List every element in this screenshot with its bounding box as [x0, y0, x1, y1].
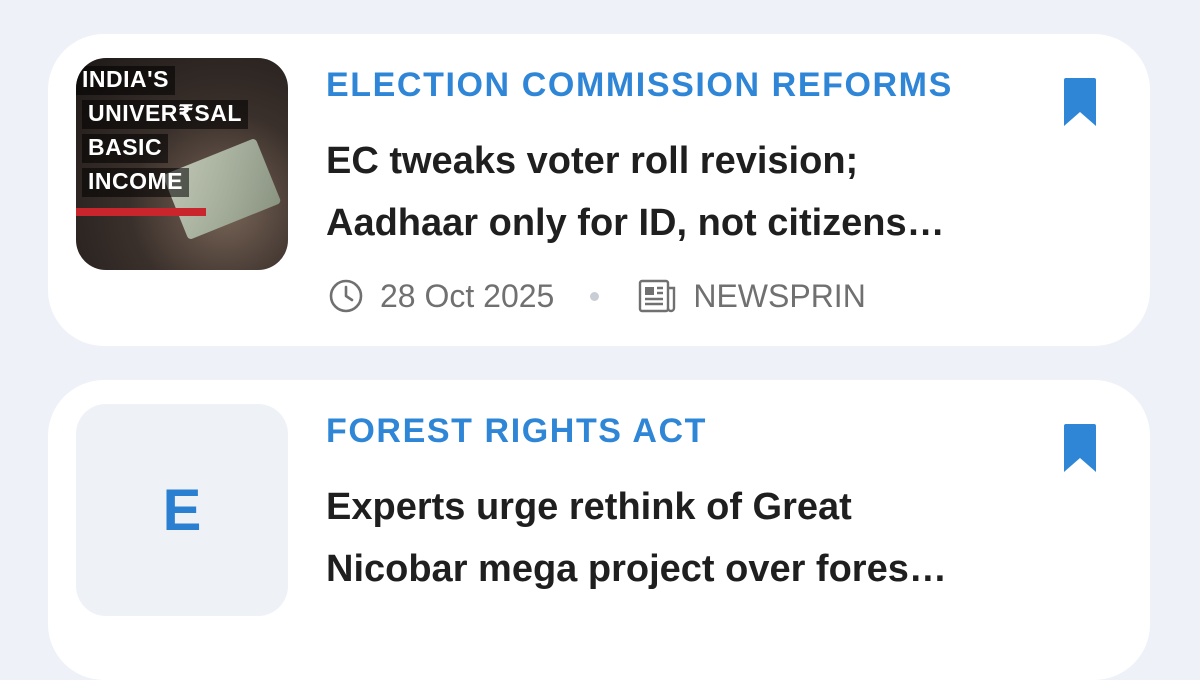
headline-line: Experts urge rethink of Great	[326, 486, 852, 528]
article-thumbnail[interactable]: INDIA'S UNIVER₹SAL BASIC INCOME	[76, 58, 288, 270]
article-headline[interactable]: Experts urge rethink of Great Nicobar me…	[326, 476, 1026, 600]
article-date: 28 Oct 2025	[380, 277, 555, 314]
bookmark-icon[interactable]	[1062, 422, 1098, 474]
clock-icon	[328, 278, 364, 314]
article-category[interactable]: FOREST RIGHTS ACT	[326, 412, 707, 451]
separator-dot	[590, 291, 600, 301]
headline-line: Nicobar mega project over fores…	[326, 548, 947, 590]
article-card[interactable]: INDIA'S UNIVER₹SAL BASIC INCOME ELECTION…	[48, 34, 1150, 346]
thumbnail-red-bar	[76, 208, 206, 216]
thumbnail-text-line: INDIA'S	[76, 66, 175, 95]
newspaper-icon	[637, 278, 677, 314]
article-headline[interactable]: EC tweaks voter roll revision; Aadhaar o…	[326, 130, 1026, 254]
article-category[interactable]: ELECTION COMMISSION REFORMS	[326, 66, 953, 105]
headline-line: Aadhaar only for ID, not citizens…	[326, 202, 945, 244]
thumbnail-text-line: INCOME	[82, 168, 189, 197]
article-source[interactable]: NEWSPRIN	[693, 278, 865, 315]
thumbnail-text-line: BASIC	[82, 134, 169, 163]
article-thumbnail-placeholder[interactable]: E	[76, 404, 288, 616]
article-card[interactable]: E FOREST RIGHTS ACT Experts urge rethink…	[48, 380, 1150, 680]
thumbnail-text-line: UNIVER₹SAL	[82, 100, 248, 129]
headline-line: EC tweaks voter roll revision;	[326, 140, 859, 182]
bookmark-icon[interactable]	[1062, 76, 1098, 128]
thumbnail-letter: E	[162, 477, 202, 543]
article-meta: 28 Oct 2025 NEWSPRIN	[328, 276, 866, 316]
